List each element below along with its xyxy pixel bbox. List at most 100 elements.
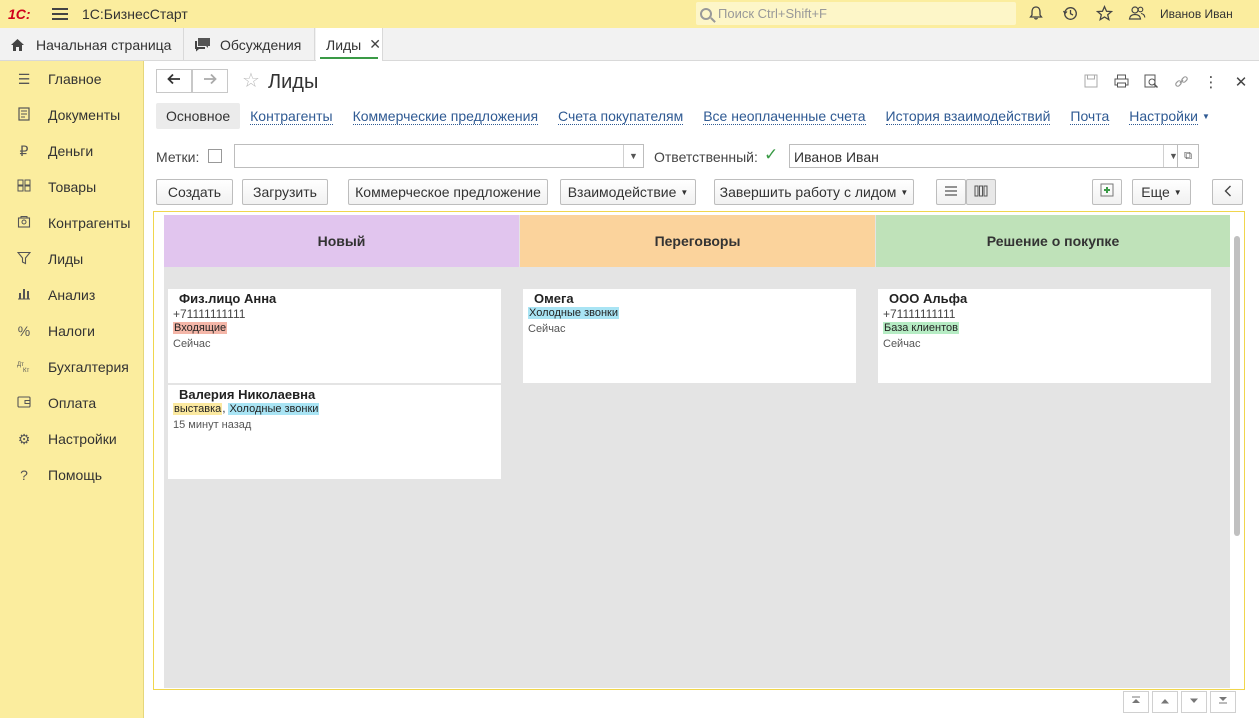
lead-title: Омега: [534, 291, 574, 306]
checkmark-icon: ✓: [764, 145, 779, 164]
tab-leads[interactable]: Лиды ✕: [316, 28, 383, 61]
column-header-negotiation[interactable]: Переговоры: [520, 215, 875, 267]
sidebar-item-money[interactable]: ₽ Деньги: [0, 133, 143, 169]
tags-field[interactable]: ▼: [234, 144, 644, 168]
users-icon[interactable]: [1128, 5, 1146, 23]
nav-link-commercial-offers[interactable]: Коммерческие предложения: [352, 108, 539, 125]
sidebar-item-accounting[interactable]: Дт Кт Бухгалтерия: [0, 349, 143, 385]
sidebar-item-settings[interactable]: ⚙ Настройки: [0, 421, 143, 457]
search-input[interactable]: Поиск Ctrl+Shift+F: [696, 2, 1016, 25]
kanban-view-button[interactable]: [966, 179, 996, 205]
tag-badge: База клиентов: [883, 322, 959, 334]
save-icon[interactable]: [1082, 74, 1100, 92]
open-responsible-button[interactable]: ⧉: [1177, 144, 1199, 168]
sidebar-item-taxes[interactable]: % Налоги: [0, 313, 143, 349]
user-name[interactable]: Иванов Иван: [1160, 7, 1233, 21]
commercial-offer-button[interactable]: Коммерческое предложение: [348, 179, 548, 205]
collapse-panel-button[interactable]: [1212, 179, 1243, 205]
responsible-checkbox[interactable]: ✓: [763, 145, 778, 164]
form-nav-links: Основное Контрагенты Коммерческие предло…: [156, 103, 1210, 129]
tab-label: Обсуждения: [220, 36, 302, 53]
sidebar-item-label: Бухгалтерия: [48, 359, 129, 375]
add-column-button[interactable]: [1092, 179, 1122, 205]
scroll-thumb[interactable]: [1234, 236, 1240, 536]
nav-link-unpaid-invoices[interactable]: Все неоплаченные счета: [703, 108, 866, 125]
sidebar-item-analysis[interactable]: Анализ: [0, 277, 143, 313]
tab-home[interactable]: Начальная страница: [0, 28, 184, 61]
bar-chart-icon: [16, 287, 32, 303]
discussion-icon: [195, 38, 210, 52]
wallet-icon: [16, 395, 32, 411]
sidebar-item-label: Главное: [48, 71, 102, 87]
caret-down-icon: ▼: [680, 188, 689, 198]
lead-card[interactable]: Омега Холодные звонки Сейчас: [523, 289, 856, 383]
scroll-to-top-button[interactable]: [1123, 691, 1149, 713]
sidebar-item-documents[interactable]: Документы: [0, 97, 143, 133]
column-header-new[interactable]: Новый: [164, 215, 519, 267]
sidebar-item-label: Документы: [48, 107, 121, 123]
double-down-icon: [1219, 697, 1227, 704]
sidebar-item-label: Анализ: [48, 287, 96, 303]
nav-link-invoices[interactable]: Счета покупателям: [558, 108, 684, 125]
nav-link-counterparties[interactable]: Контрагенты: [250, 108, 333, 125]
tag-badge: выставка: [173, 403, 223, 415]
lead-card[interactable]: Физ.лицо Анна +71111111111 Входящие Сейч…: [168, 289, 501, 383]
sidebar-item-counterparties[interactable]: Контрагенты: [0, 205, 143, 241]
column-header-purchase-decision[interactable]: Решение о покупке: [876, 215, 1230, 267]
lead-card[interactable]: Валерия Николаевна выставка, Холодные зв…: [168, 385, 501, 479]
arrow-right-icon: [204, 73, 217, 85]
lead-time: Сейчас: [173, 338, 211, 350]
lead-tags: Входящие: [173, 322, 228, 334]
forward-button[interactable]: [192, 69, 228, 93]
sidebar-item-main[interactable]: ☰ Главное: [0, 61, 143, 97]
nav-link-interaction-history[interactable]: История взаимодействий: [885, 108, 1051, 125]
bell-icon[interactable]: [1027, 5, 1045, 23]
history-icon[interactable]: [1061, 5, 1079, 23]
more-vertical-icon[interactable]: ⋮: [1202, 74, 1220, 92]
back-button[interactable]: [156, 69, 192, 93]
chevron-down-icon[interactable]: ▼: [1202, 112, 1210, 121]
lead-card[interactable]: ООО Альфа +71111111111 База клиентов Сей…: [878, 289, 1211, 383]
responsible-field[interactable]: Иванов Иван ▼: [789, 144, 1184, 168]
sidebar: ☰ Главное Документы ₽ Деньги Товары Конт…: [0, 61, 144, 718]
print-icon[interactable]: [1112, 74, 1130, 92]
favorite-star-icon[interactable]: ☆: [242, 69, 260, 93]
sidebar-item-help[interactable]: ? Помощь: [0, 457, 143, 493]
close-form-icon[interactable]: ✕: [1232, 74, 1250, 92]
tags-dropdown-icon[interactable]: ▼: [623, 145, 643, 167]
tags-checkbox[interactable]: [208, 149, 222, 163]
interaction-label: Взаимодействие: [567, 184, 677, 200]
finish-lead-button[interactable]: Завершить работу с лидом ▼: [714, 179, 914, 205]
star-icon[interactable]: [1095, 4, 1113, 23]
sidebar-item-payment[interactable]: Оплата: [0, 385, 143, 421]
load-button[interactable]: Загрузить: [242, 179, 328, 205]
scroll-down-button[interactable]: [1181, 691, 1207, 713]
double-up-icon: [1132, 696, 1140, 703]
vertical-scrollbar[interactable]: [1233, 236, 1241, 676]
filter-row: Метки: ▼ Ответственный: ✓ Иванов Иван ▼ …: [156, 144, 1202, 170]
nav-link-main[interactable]: Основное: [156, 103, 241, 129]
nav-link-settings[interactable]: Настройки: [1129, 108, 1198, 125]
tab-discussions[interactable]: Обсуждения: [184, 28, 315, 61]
search-placeholder: Поиск Ctrl+Shift+F: [718, 6, 827, 21]
sidebar-item-label: Оплата: [48, 395, 97, 411]
create-button[interactable]: Создать: [156, 179, 233, 205]
logo: 1С:: [8, 6, 31, 22]
preview-icon[interactable]: [1142, 74, 1160, 92]
sidebar-item-leads[interactable]: Лиды: [0, 241, 143, 277]
search-icon: [700, 7, 712, 20]
main-menu-icon[interactable]: [52, 8, 68, 20]
link-icon[interactable]: [1172, 74, 1190, 92]
sidebar-item-label: Настройки: [48, 431, 117, 447]
tag-badge: Холодные звонки: [528, 307, 619, 319]
down-icon: [1190, 698, 1198, 703]
scroll-up-button[interactable]: [1152, 691, 1178, 713]
interaction-button[interactable]: Взаимодействие ▼: [560, 179, 696, 205]
sidebar-item-goods[interactable]: Товары: [0, 169, 143, 205]
list-view-button[interactable]: [936, 179, 966, 205]
close-icon[interactable]: ✕: [369, 36, 381, 53]
sidebar-item-label: Налоги: [48, 323, 95, 339]
scroll-to-bottom-button[interactable]: [1210, 691, 1236, 713]
more-button[interactable]: Еще ▼: [1132, 179, 1191, 205]
nav-link-mail[interactable]: Почта: [1070, 108, 1110, 125]
